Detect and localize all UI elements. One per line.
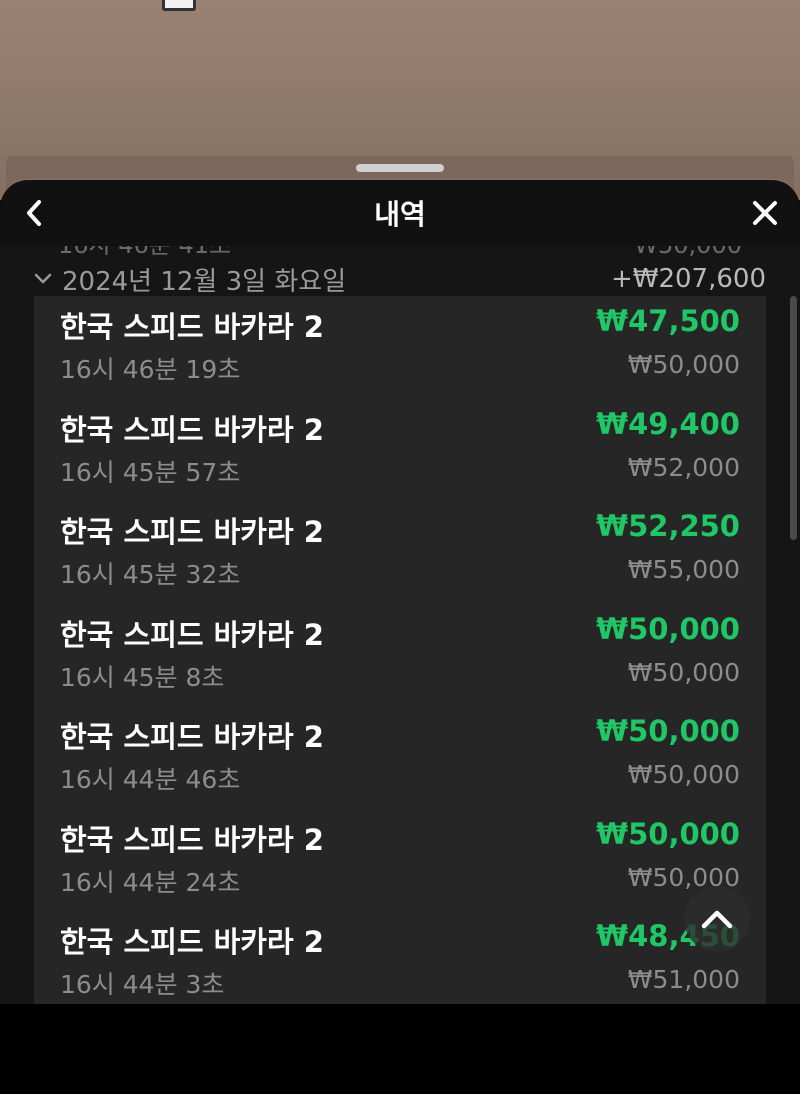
scroll-to-top-button[interactable] xyxy=(684,886,750,952)
list-item[interactable]: 한국 스피드 바카라 2 16시 45분 32초 ₩52,250 ₩55,000 xyxy=(34,501,766,603)
chevron-left-icon xyxy=(27,200,41,226)
bet-time: 16시 44분 46초 xyxy=(60,765,241,794)
game-name: 한국 스피드 바카라 2 xyxy=(60,413,324,447)
stake-amount: ₩55,000 xyxy=(627,555,740,584)
chevron-down-icon xyxy=(34,273,52,284)
date-label: 2024년 12월 3일 화요일 xyxy=(62,266,347,297)
sheet-grab-handle[interactable] xyxy=(356,164,444,172)
payout-amount: ₩50,000 xyxy=(596,714,740,748)
payout-amount: ₩50,000 xyxy=(596,612,740,646)
bet-time: 16시 45분 32초 xyxy=(60,560,241,589)
game-name: 한국 스피드 바카라 2 xyxy=(60,823,324,857)
chevron-up-icon xyxy=(701,910,733,929)
close-icon xyxy=(753,201,777,225)
game-name: 한국 스피드 바카라 2 xyxy=(60,515,324,549)
stake-amount: ₩50,000 xyxy=(627,760,740,789)
game-name: 한국 스피드 바카라 2 xyxy=(60,618,324,652)
close-button[interactable] xyxy=(748,196,782,230)
bet-time: 16시 44분 24초 xyxy=(60,868,241,897)
payout-amount: ₩47,500 xyxy=(596,304,740,338)
stake-amount: ₩50,000 xyxy=(627,658,740,687)
stake-amount: ₩51,000 xyxy=(627,965,740,994)
stake-amount: ₩52,000 xyxy=(627,453,740,482)
ghost-row-amount: ₩50,000 xyxy=(634,246,742,258)
payout-amount: ₩52,250 xyxy=(596,509,740,543)
sheet-header: 내역 xyxy=(0,180,800,246)
list-item[interactable]: 한국 스피드 바카라 2 16시 45분 57초 ₩49,400 ₩52,000 xyxy=(34,399,766,501)
payout-amount: ₩49,400 xyxy=(596,407,740,441)
date-total: +₩207,600 xyxy=(610,264,766,294)
game-name: 한국 스피드 바카라 2 xyxy=(60,310,324,344)
game-name: 한국 스피드 바카라 2 xyxy=(60,925,324,959)
bottom-bar xyxy=(0,1004,800,1094)
history-list[interactable]: 16시 46분 41초 ₩50,000 2024년 12월 3일 화요일 +₩2… xyxy=(0,246,800,1004)
payout-amount: ₩50,000 xyxy=(596,817,740,851)
list-item[interactable]: 한국 스피드 바카라 2 16시 45분 8초 ₩50,000 ₩50,000 xyxy=(34,604,766,706)
bet-items: 한국 스피드 바카라 2 16시 46분 19초 ₩47,500 ₩50,000… xyxy=(34,296,766,1004)
bet-time: 16시 44분 3초 xyxy=(60,970,225,999)
bet-time: 16시 45분 8초 xyxy=(60,663,225,692)
bet-time: 16시 46분 19초 xyxy=(60,355,241,384)
scrollbar[interactable] xyxy=(790,296,797,540)
back-button[interactable] xyxy=(18,196,50,230)
date-group-header[interactable]: 2024년 12월 3일 화요일 +₩207,600 xyxy=(0,258,800,300)
history-sheet: 내역 16시 46분 41초 ₩50,000 2024년 12월 3일 화요일 … xyxy=(0,180,800,1004)
bet-time: 16시 45분 57초 xyxy=(60,458,241,487)
list-item[interactable]: 한국 스피드 바카라 2 16시 44분 46초 ₩50,000 ₩50,000 xyxy=(34,706,766,808)
ghost-row-time: 16시 46분 41초 xyxy=(58,246,231,258)
game-name: 한국 스피드 바카라 2 xyxy=(60,720,324,754)
list-item[interactable]: 한국 스피드 바카라 2 16시 44분 24초 ₩50,000 ₩50,000 xyxy=(34,809,766,911)
list-item[interactable]: 한국 스피드 바카라 2 16시 46분 19초 ₩47,500 ₩50,000 xyxy=(34,296,766,398)
page-title: 내역 xyxy=(374,198,426,231)
background-object xyxy=(162,0,196,11)
list-item[interactable]: 한국 스피드 바카라 2 16시 44분 3초 ₩48,450 ₩51,000 xyxy=(34,911,766,1004)
stake-amount: ₩50,000 xyxy=(627,350,740,379)
